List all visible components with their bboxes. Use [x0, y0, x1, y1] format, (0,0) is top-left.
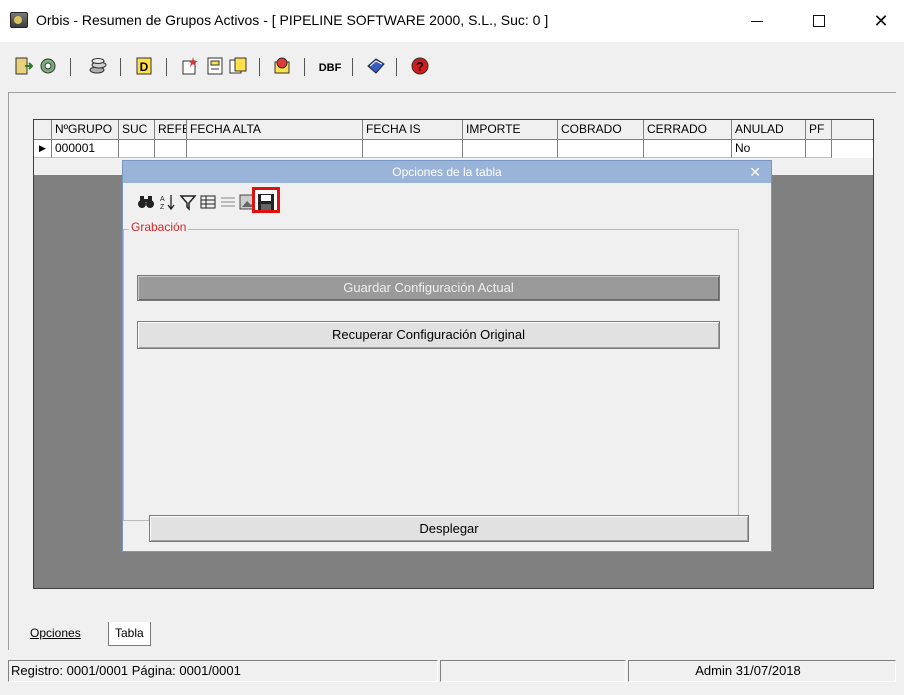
- app-icon: [10, 12, 28, 28]
- cell-refe[interactable]: [155, 140, 187, 158]
- column-header[interactable]: CERRADO: [644, 120, 732, 140]
- column-header[interactable]: REFE: [155, 120, 187, 140]
- filter-icon[interactable]: [179, 193, 197, 211]
- open-icon[interactable]: [272, 56, 292, 76]
- row-indicator: ▶: [34, 140, 52, 158]
- column-header[interactable]: COBRADO: [558, 120, 644, 140]
- svg-text:A: A: [160, 196, 165, 203]
- cell-suc[interactable]: [119, 140, 155, 158]
- column-header[interactable]: NºGRUPO: [52, 120, 119, 140]
- expand-button[interactable]: Desplegar: [149, 515, 749, 542]
- maximize-button[interactable]: [794, 0, 844, 42]
- gear-icon[interactable]: [38, 56, 58, 76]
- cell-cerrado[interactable]: [644, 140, 732, 158]
- cell-fecha-is[interactable]: [363, 140, 463, 158]
- column-header[interactable]: ANULAD: [732, 120, 806, 140]
- toolbar-separator: [259, 58, 260, 76]
- cell-pf[interactable]: [806, 140, 832, 158]
- help-icon[interactable]: ?: [410, 56, 430, 76]
- columns-icon[interactable]: [199, 193, 217, 211]
- new-doc-icon[interactable]: [180, 56, 200, 76]
- d-icon-label: D: [140, 60, 149, 74]
- minimize-button[interactable]: [732, 0, 782, 42]
- svg-text:Z: Z: [160, 204, 165, 211]
- cell-fecha-alta[interactable]: [187, 140, 363, 158]
- toolbar-separator: [120, 58, 121, 76]
- cell-importe[interactable]: [463, 140, 558, 158]
- status-user-date: Admin 31/07/2018: [628, 660, 896, 682]
- toolbar-separator: [352, 58, 353, 76]
- close-icon: ✕: [873, 10, 889, 31]
- copy-doc-icon[interactable]: [228, 56, 248, 76]
- cell-cobrado[interactable]: [558, 140, 644, 158]
- title-bar: Orbis - Resumen de Grupos Activos - [ PI…: [0, 0, 904, 42]
- column-header[interactable]: IMPORTE: [463, 120, 558, 140]
- restore-config-button[interactable]: Recuperar Configuración Original: [137, 321, 720, 349]
- tab-opciones[interactable]: Opciones: [24, 622, 87, 646]
- group-label: Grabación: [129, 220, 189, 234]
- form-icon[interactable]: [205, 56, 225, 76]
- column-header[interactable]: PF: [806, 120, 832, 140]
- minimize-icon: [751, 20, 763, 22]
- dialog-title: Opciones de la tabla: [123, 161, 771, 183]
- dbf-icon[interactable]: DBF: [318, 56, 342, 76]
- status-empty: [440, 660, 626, 682]
- sort-az-icon[interactable]: A Z: [159, 193, 177, 211]
- column-header[interactable]: FECHA ALTA: [187, 120, 363, 140]
- toolbar-separator: [304, 58, 305, 76]
- grid-header: NºGRUPO SUC REFE FECHA ALTA FECHA IS IMP…: [34, 120, 873, 140]
- cell-anulado[interactable]: No: [732, 140, 806, 158]
- book-icon[interactable]: [366, 56, 386, 76]
- status-registro: Registro: 0001/0001 Página: 0001/0001: [8, 660, 438, 682]
- dialog-toolbar: A Z: [137, 187, 357, 217]
- window-title: Orbis - Resumen de Grupos Activos - [ PI…: [36, 12, 549, 28]
- grabacion-group-body: Grabación Guardar Configuración Actual R…: [123, 220, 739, 521]
- column-header[interactable]: SUC: [119, 120, 155, 140]
- bottom-tabs: Opciones Tabla: [24, 622, 184, 648]
- d-icon[interactable]: D: [134, 56, 154, 76]
- save-icon[interactable]: [257, 193, 275, 211]
- column-header-filler: [832, 120, 873, 140]
- grid-corner: [34, 120, 52, 140]
- toolbar-separator: [70, 58, 71, 76]
- dialog-close-button[interactable]: ✕: [749, 161, 761, 183]
- table-options-dialog: Opciones de la tabla ✕ A Z Grabación Gua…: [122, 160, 772, 552]
- table-row[interactable]: ▶ 000001 No: [34, 140, 873, 158]
- main-toolbar: D DBF ?: [0, 52, 904, 84]
- coins-icon[interactable]: [88, 56, 108, 76]
- column-header[interactable]: FECHA IS: [363, 120, 463, 140]
- save-config-button[interactable]: Guardar Configuración Actual: [137, 275, 720, 301]
- help-icon-label: ?: [416, 59, 424, 74]
- status-bar: Registro: 0001/0001 Página: 0001/0001 Ad…: [8, 660, 896, 682]
- toolbar-separator: [396, 58, 397, 76]
- tab-tabla[interactable]: Tabla: [108, 622, 151, 646]
- toolbar-separator: [166, 58, 167, 76]
- maximize-icon: [813, 15, 825, 27]
- binoculars-icon[interactable]: [137, 193, 155, 211]
- cell-ngrupo[interactable]: 000001: [52, 140, 119, 158]
- exit-icon[interactable]: [14, 56, 34, 76]
- close-window-button[interactable]: ✕: [856, 0, 904, 42]
- lines-icon[interactable]: [219, 193, 237, 211]
- dbf-icon-label: DBF: [319, 62, 342, 74]
